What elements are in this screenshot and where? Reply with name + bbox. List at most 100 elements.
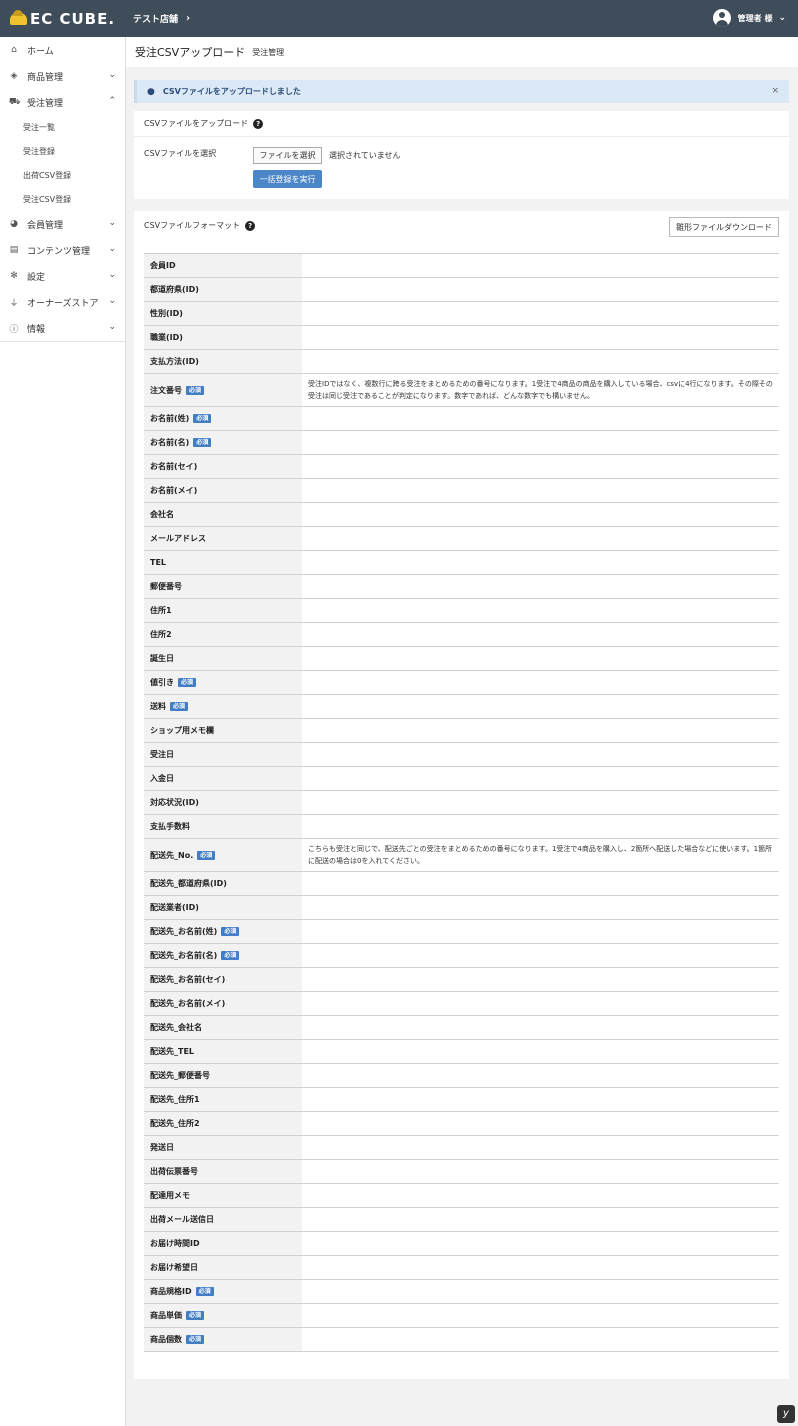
required-badge: 必須 <box>186 1335 205 1344</box>
format-card-header: CSVファイルフォーマット ? <box>144 220 256 231</box>
subnav-item-0[interactable]: 受注一覧 <box>0 115 125 139</box>
column-name: 対応状況(ID) <box>150 798 199 807</box>
sidebar-item-4[interactable]: ▤ コンテンツ管理 ⌄ <box>0 237 125 263</box>
sidebar-item-3[interactable]: ◕ 会員管理 ⌄ <box>0 211 125 237</box>
sidebar-item-7[interactable]: ⓘ 情報 ⌄ <box>0 315 125 341</box>
format-card-title: CSVファイルフォーマット <box>144 221 241 230</box>
column-name-cell: 配送先_郵便番号 <box>144 1064 302 1087</box>
table-row: 注文番号 必須 受注IDではなく、複数行に跨る受注をまとめるための番号になります。1… <box>144 374 779 407</box>
table-row: 配送先_お名前(メイ) <box>144 992 779 1016</box>
sidebar-item-2[interactable]: ⛟ 受注管理 ⌃ <box>0 89 125 115</box>
column-description <box>302 503 779 526</box>
column-description <box>302 1208 779 1231</box>
subnav-item-3[interactable]: 受注CSV登録 <box>0 187 125 211</box>
close-icon[interactable]: × <box>771 86 779 96</box>
table-row: 郵便番号 <box>144 575 779 599</box>
column-name: 会員ID <box>150 261 176 270</box>
sidebar-item-label: ホーム <box>27 46 54 57</box>
sidebar: ⌂ ホーム ◈ 商品管理 ⌄ ⛟ 受注管理 ⌃ 受注一覧 受注登録 出荷CSV登録 受注CSV登録 ◕ 会… <box>0 37 126 1426</box>
file-icon: ▤ <box>9 245 19 255</box>
sidebar-item-label: コンテンツ管理 <box>27 246 91 257</box>
gear-icon: ✻ <box>10 271 18 281</box>
column-description <box>302 743 779 766</box>
column-description <box>302 992 779 1015</box>
column-name-cell: 誕生日 <box>144 647 302 670</box>
subnav-item-1[interactable]: 受注登録 <box>0 139 125 163</box>
required-badge: 必須 <box>186 385 205 395</box>
chevron-right-icon: › <box>186 13 191 24</box>
comment-icon: ● <box>147 86 155 97</box>
column-name-cell: 配送先_No. 必須 <box>144 839 302 871</box>
column-description <box>302 695 779 718</box>
column-name-cell: 配送先_お名前(姓) 必須 <box>144 920 302 943</box>
column-name: ショップ用メモ欄 <box>150 726 214 735</box>
sidebar-item-0[interactable]: ⌂ ホーム <box>0 37 125 63</box>
page-title-bar: 受注CSVアップロード 受注管理 <box>126 37 798 67</box>
question-icon[interactable]: ? <box>245 220 256 231</box>
required-badge: 必須 <box>178 678 197 687</box>
corner-badge[interactable]: y <box>777 1405 795 1423</box>
column-name-cell: 配送先_お名前(メイ) <box>144 992 302 1015</box>
required-badge: 必須 <box>195 1287 214 1296</box>
table-row: 配送業者(ID) <box>144 896 779 920</box>
column-description <box>302 551 779 574</box>
required-badge: 必須 <box>170 702 189 711</box>
column-name-cell: 職業(ID) <box>144 326 302 349</box>
column-name: 配達用メモ <box>150 1191 190 1200</box>
column-name: 配送先_No. <box>150 850 194 860</box>
page-subtitle: 受注管理 <box>252 47 285 57</box>
column-description <box>302 350 779 373</box>
sidebar-item-1[interactable]: ◈ 商品管理 ⌄ <box>0 63 125 89</box>
alert-message: CSVファイルをアップロードしました <box>162 87 301 96</box>
user-name: 管理者 様 <box>737 13 773 23</box>
column-description <box>302 431 779 454</box>
template-download-button[interactable]: 雛形ファイルダウンロード <box>669 217 779 237</box>
user-menu[interactable]: 管理者 様 ⌄ <box>712 9 786 27</box>
file-select-button[interactable]: ファイルを選択 <box>253 147 322 164</box>
chevron-down-icon: ⌄ <box>108 322 116 332</box>
column-description <box>302 1112 779 1135</box>
column-name-cell: 配達用メモ <box>144 1184 302 1207</box>
chevron-down-icon: ⌄ <box>108 270 116 280</box>
shop-name: テスト店舗 <box>133 15 179 25</box>
sidebar-item-5[interactable]: ✻ 設定 ⌄ <box>0 263 125 289</box>
question-icon[interactable]: ? <box>253 118 264 129</box>
column-name: 受注日 <box>150 750 174 759</box>
column-name: 職業(ID) <box>150 333 183 342</box>
sidebar-item-6[interactable]: ⏚ オーナーズストア ⌄ <box>0 289 125 315</box>
chevron-down-icon: ⌄ <box>108 296 116 306</box>
required-badge: 必須 <box>221 927 240 936</box>
ec-cube-logo[interactable]: EC CUBE. <box>0 0 125 37</box>
column-description <box>302 1184 779 1207</box>
column-description <box>302 767 779 790</box>
file-select-label: CSVファイルを選択 <box>144 149 217 158</box>
column-name-cell: 値引き 必須 <box>144 671 302 694</box>
bulk-register-button[interactable]: 一括登録を実行 <box>253 170 322 188</box>
subnav-item-2[interactable]: 出荷CSV登録 <box>0 163 125 187</box>
table-row: ショップ用メモ欄 <box>144 719 779 743</box>
table-row: TEL <box>144 551 779 575</box>
shop-link[interactable]: テスト店舗 › <box>133 12 190 25</box>
sidebar-item-label: 商品管理 <box>27 72 64 83</box>
column-name: 商品個数 <box>150 1335 182 1344</box>
column-name-cell: お届け時間ID <box>144 1232 302 1255</box>
column-name: 出荷伝票番号 <box>150 1167 198 1176</box>
table-row: 配送先_住所1 <box>144 1088 779 1112</box>
column-name-cell: 発送日 <box>144 1136 302 1159</box>
column-description <box>302 647 779 670</box>
column-description <box>302 896 779 919</box>
column-name-cell: お名前(メイ) <box>144 479 302 502</box>
table-row: 出荷伝票番号 <box>144 1160 779 1184</box>
column-name-cell: メールアドレス <box>144 527 302 550</box>
column-name: お名前(名) <box>150 438 190 447</box>
column-description <box>302 1160 779 1183</box>
table-row: 都道府県(ID) <box>144 278 779 302</box>
column-description <box>302 1328 779 1351</box>
column-name-cell: 都道府県(ID) <box>144 278 302 301</box>
table-row: 誕生日 <box>144 647 779 671</box>
column-name: TEL <box>150 558 167 567</box>
column-name: 発送日 <box>150 1143 174 1152</box>
column-name: 注文番号 <box>150 385 182 395</box>
column-name: 出荷メール送信日 <box>150 1215 214 1224</box>
column-name: 配送先_会社名 <box>150 1023 202 1032</box>
